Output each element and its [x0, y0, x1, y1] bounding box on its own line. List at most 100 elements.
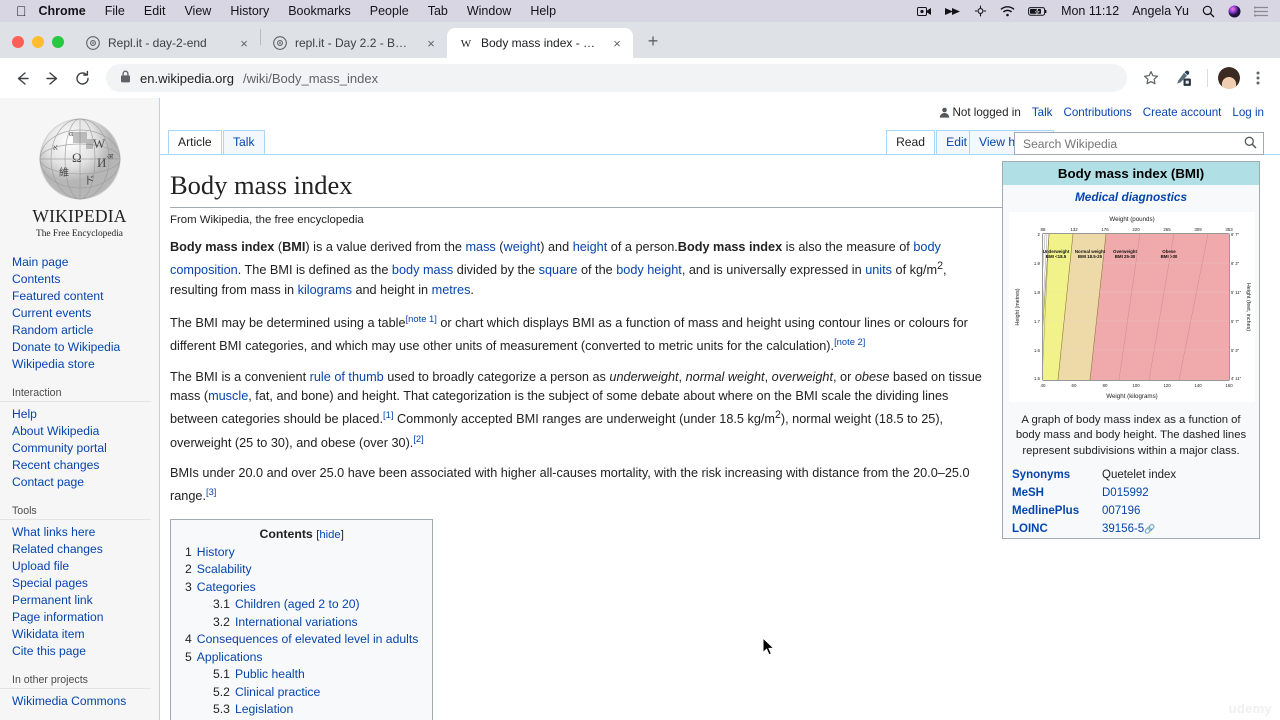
sidebar-item-donate[interactable]: Donate to Wikipedia	[0, 338, 159, 355]
menu-tab[interactable]: Tab	[428, 4, 448, 18]
link-weight[interactable]: weight	[504, 240, 541, 254]
sidebar-item-special-pages[interactable]: Special pages	[0, 574, 159, 591]
browser-tab-1-close-icon[interactable]: ×	[236, 35, 252, 51]
wikipedia-globe-logo[interactable]: Ω W И 維 ド א अ α	[29, 114, 131, 206]
footnote-note-1[interactable]: [note 1]	[406, 313, 437, 324]
toc-entry[interactable]: 3.1 Children (aged 2 to 20)	[185, 597, 418, 611]
extension-eyedropper-icon[interactable]	[1169, 64, 1197, 92]
link-square[interactable]: square	[539, 263, 578, 277]
shuttle-forward-icon[interactable]	[945, 6, 961, 17]
address-bar[interactable]: en.wikipedia.org/wiki/Body_mass_index	[106, 64, 1127, 92]
sidebar-item-random-article[interactable]: Random article	[0, 321, 159, 338]
citation-1[interactable]: [1]	[383, 409, 393, 420]
link-mass[interactable]: mass	[465, 240, 495, 254]
browser-tab-1[interactable]: Repl.it - day-2-end ×	[74, 28, 260, 58]
browser-tab-3-close-icon[interactable]: ×	[609, 35, 625, 51]
sidebar-item-cite-this-page[interactable]: Cite this page	[0, 642, 159, 659]
sidebar-item-featured-content[interactable]: Featured content	[0, 287, 159, 304]
minimize-window-button[interactable]	[32, 36, 44, 48]
link-height[interactable]: height	[573, 240, 608, 254]
toc-entry[interactable]: 3.2 International variations	[185, 615, 418, 629]
new-tab-button[interactable]: +	[639, 27, 667, 55]
profile-avatar[interactable]	[1218, 67, 1240, 89]
tab-article[interactable]: Article	[168, 130, 222, 154]
spotlight-search-icon[interactable]	[1202, 5, 1215, 18]
link-body-mass[interactable]: body mass	[392, 263, 453, 277]
sidebar-item-contents[interactable]: Contents	[0, 270, 159, 287]
forward-button[interactable]	[38, 64, 66, 92]
sidebar-item-about-wikipedia[interactable]: About Wikipedia	[0, 422, 159, 439]
sidebar-item-related-changes[interactable]: Related changes	[0, 540, 159, 557]
sidebar-item-main-page[interactable]: Main page	[0, 253, 159, 270]
sidebar-item-permanent-link[interactable]: Permanent link	[0, 591, 159, 608]
close-window-button[interactable]	[12, 36, 24, 48]
bmi-chart-image[interactable]: Weight (pounds) 88 132 176 220 265 309 353	[1003, 210, 1259, 409]
menu-people[interactable]: People	[370, 4, 409, 18]
toc-entry[interactable]: 5 Applications	[185, 650, 418, 664]
sidebar-item-current-events[interactable]: Current events	[0, 304, 159, 321]
sidebar-item-help[interactable]: Help	[0, 405, 159, 422]
menu-window[interactable]: Window	[467, 4, 511, 18]
toc-entry[interactable]: 4 Consequences of elevated level in adult…	[185, 632, 418, 646]
sidebar-item-what-links-here[interactable]: What links here	[0, 523, 159, 540]
sidebar-item-recent-changes[interactable]: Recent changes	[0, 456, 159, 473]
toc-entry[interactable]: 5.2 Clinical practice	[185, 685, 418, 699]
screen-record-icon[interactable]	[917, 6, 932, 17]
toc-toggle[interactable]: [hide]	[316, 529, 344, 541]
personal-link-create-account[interactable]: Create account	[1143, 106, 1222, 119]
personal-link-log-in[interactable]: Log in	[1232, 106, 1264, 119]
wikipedia-search[interactable]	[1014, 132, 1264, 155]
toc-entry[interactable]: 5.3 Legislation	[185, 702, 418, 716]
battery-charging-icon[interactable]	[1028, 6, 1048, 17]
airdrop-icon[interactable]	[974, 5, 987, 17]
toc-entry[interactable]: 5.1 Public health	[185, 667, 418, 681]
sidebar-item-wikipedia-store[interactable]: Wikipedia store	[0, 355, 159, 372]
browser-tab-3[interactable]: W Body mass index - Wikipedia ×	[447, 28, 633, 58]
reload-button[interactable]	[68, 64, 96, 92]
link-body-height[interactable]: body height	[616, 263, 682, 277]
menu-file[interactable]: File	[105, 4, 125, 18]
tab-read[interactable]: Read	[886, 130, 935, 154]
wifi-icon[interactable]	[1000, 5, 1015, 17]
sidebar-item-community-portal[interactable]: Community portal	[0, 439, 159, 456]
infobox-value-mesh[interactable]: D015992	[1096, 484, 1259, 502]
siri-icon[interactable]	[1228, 5, 1241, 18]
menu-bar-clock[interactable]: Mon 11:12	[1061, 4, 1119, 18]
browser-tab-2[interactable]: repl.it - Day 2.2 - BMI Calculator ×	[261, 28, 447, 58]
infobox-value-medlineplus[interactable]: 007196	[1096, 502, 1259, 520]
menu-history[interactable]: History	[230, 4, 269, 18]
maximize-window-button[interactable]	[52, 36, 64, 48]
link-units[interactable]: units	[865, 263, 892, 277]
link-muscle[interactable]: muscle	[208, 389, 248, 403]
sidebar-item-page-information[interactable]: Page information	[0, 608, 159, 625]
infobox-value-loinc[interactable]: 39156-5🔗	[1096, 520, 1259, 538]
sidebar-item-wikidata-item[interactable]: Wikidata item	[0, 625, 159, 642]
link-metres[interactable]: metres	[432, 283, 471, 297]
personal-link-contributions[interactable]: Contributions	[1063, 106, 1131, 119]
control-center-icon[interactable]	[1254, 5, 1268, 17]
sidebar-item-contact-page[interactable]: Contact page	[0, 473, 159, 490]
citation-2[interactable]: [2]	[413, 433, 423, 444]
tab-talk[interactable]: Talk	[223, 130, 265, 154]
sidebar-item-upload-file[interactable]: Upload file	[0, 557, 159, 574]
three-dot-menu-icon[interactable]	[1244, 64, 1272, 92]
menu-bar-username[interactable]: Angela Yu	[1132, 4, 1189, 18]
menu-view[interactable]: View	[184, 4, 211, 18]
footnote-note-2[interactable]: [note 2]	[834, 336, 865, 347]
citation-3[interactable]: [3]	[206, 486, 216, 497]
personal-link-talk[interactable]: Talk	[1032, 106, 1053, 119]
toc-entry[interactable]: 1 History	[185, 545, 418, 559]
sidebar-item-wikimedia-commons[interactable]: Wikimedia Commons	[0, 692, 159, 709]
apple-menu-icon[interactable]: 	[16, 4, 27, 18]
search-input[interactable]	[1021, 135, 1244, 152]
menu-help[interactable]: Help	[530, 4, 556, 18]
toc-entry[interactable]: 3 Categories	[185, 580, 418, 594]
link-kilograms[interactable]: kilograms	[298, 283, 352, 297]
menu-edit[interactable]: Edit	[144, 4, 166, 18]
link-rule-of-thumb[interactable]: rule of thumb	[310, 370, 384, 384]
back-button[interactable]	[8, 64, 36, 92]
menu-chrome[interactable]: Chrome	[39, 4, 86, 18]
browser-tab-2-close-icon[interactable]: ×	[423, 35, 439, 51]
search-icon[interactable]	[1244, 136, 1257, 152]
bookmark-star-icon[interactable]	[1137, 64, 1165, 92]
